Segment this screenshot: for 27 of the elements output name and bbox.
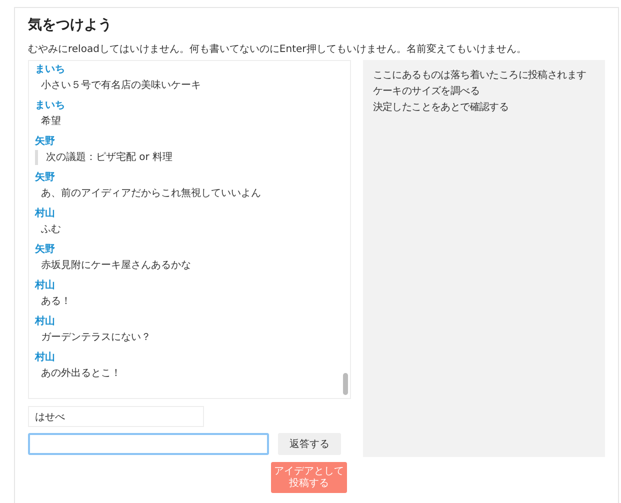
author-name: まいち bbox=[35, 99, 65, 113]
message-text: あの外出るとこ！ bbox=[40, 366, 121, 381]
author-name: 村山 bbox=[35, 315, 55, 329]
author-name: 村山 bbox=[35, 279, 55, 293]
author-name: 矢野 bbox=[35, 135, 55, 149]
page-title: 気をつけよう bbox=[28, 16, 113, 34]
author-name: 矢野 bbox=[35, 171, 55, 185]
author-name: 村山 bbox=[35, 351, 55, 365]
author-name: まいち bbox=[35, 63, 65, 77]
name-field[interactable]: はせべ bbox=[28, 406, 204, 427]
message-text: ふむ bbox=[40, 223, 61, 237]
message-input[interactable] bbox=[28, 433, 269, 455]
quoted-message: 次の議題：ピザ宅配 or 料理 bbox=[35, 150, 173, 165]
reply-button[interactable]: 返答する bbox=[278, 433, 341, 455]
scrollbar-thumb[interactable] bbox=[342, 373, 348, 395]
author-name: 村山 bbox=[35, 207, 55, 221]
idea-item: ここにあるものは落ち着いたころに投稿されます bbox=[372, 68, 586, 83]
notice-text: むやみにreloadしてはいけません。何も書いてないのにEnter押してもいけません。名前変えてもいけません。 bbox=[28, 42, 528, 56]
idea-item: 決定したことをあとで確認する bbox=[372, 100, 509, 115]
message-text: 希望 bbox=[40, 114, 61, 129]
message-text: あ、前のアイディアだからこれ無視していいよん bbox=[40, 186, 261, 201]
message-text: 赤坂見附にケーキ屋さんあるかな bbox=[40, 258, 191, 273]
idea-item: ケーキのサイズを調べる bbox=[372, 84, 480, 99]
author-name: 矢野 bbox=[35, 243, 55, 257]
message-text: 小さい５号で有名店の美味いケーキ bbox=[40, 78, 201, 93]
message-text: ある！ bbox=[40, 295, 71, 309]
message-text: ガーデンテラスにない？ bbox=[40, 331, 151, 345]
